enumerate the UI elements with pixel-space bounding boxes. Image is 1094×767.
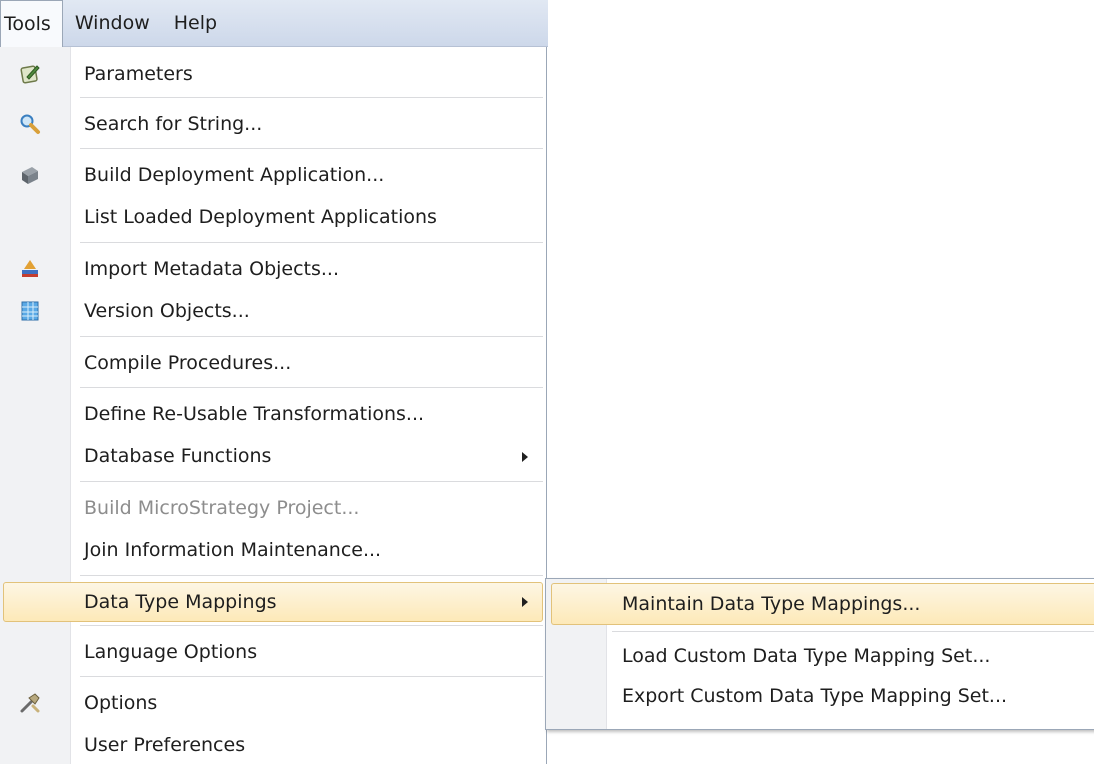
menu-item-label: Import Metadata Objects... xyxy=(84,258,340,280)
submenu-item-label: Export Custom Data Type Mapping Set... xyxy=(622,685,1008,707)
menu-item-compile-procedures[interactable]: Compile Procedures... xyxy=(0,341,546,385)
parameters-icon xyxy=(18,62,42,86)
version-icon xyxy=(18,299,42,323)
menu-item-list-loaded-deployment-applications[interactable]: List Loaded Deployment Applications xyxy=(0,195,546,239)
menu-separator xyxy=(80,676,543,677)
menu-item-build-microstrategy-project: Build MicroStrategy Project... xyxy=(0,486,546,530)
data-type-mappings-submenu: Maintain Data Type Mappings... Load Cust… xyxy=(545,578,1094,730)
menu-item-import-metadata-objects[interactable]: Import Metadata Objects... xyxy=(0,247,546,291)
menu-window-label: Window xyxy=(74,12,150,34)
menu-item-user-preferences[interactable]: User Preferences xyxy=(0,723,546,767)
menu-separator xyxy=(80,242,543,243)
submenu-arrow-icon xyxy=(522,597,528,607)
menu-item-label: Language Options xyxy=(84,641,258,663)
menu-item-language-options[interactable]: Language Options xyxy=(0,630,546,674)
tools-dropdown-menu: Parameters Search for String... Build De… xyxy=(0,47,547,764)
menu-separator xyxy=(80,481,543,482)
menu-separator xyxy=(80,625,543,626)
menu-item-parameters[interactable]: Parameters xyxy=(0,52,546,96)
menu-item-label: Join Information Maintenance... xyxy=(84,539,382,561)
menu-help-label: Help xyxy=(173,12,218,34)
menu-item-define-reusable-transformations[interactable]: Define Re-Usable Transformations... xyxy=(0,392,546,436)
menu-separator xyxy=(80,387,543,388)
menu-item-build-deployment-application[interactable]: Build Deployment Application... xyxy=(0,153,546,197)
submenu-separator xyxy=(612,631,1094,632)
submenu-item-label: Maintain Data Type Mappings... xyxy=(622,593,921,615)
menu-separator xyxy=(80,336,543,337)
menu-separator xyxy=(80,97,543,98)
deployment-icon xyxy=(18,163,42,187)
submenu-item-label: Load Custom Data Type Mapping Set... xyxy=(622,645,991,667)
menu-item-label: Build Deployment Application... xyxy=(84,164,385,186)
menu-item-search-for-string[interactable]: Search for String... xyxy=(0,102,546,146)
menu-tools[interactable]: Tools xyxy=(0,0,63,48)
menu-item-label: Compile Procedures... xyxy=(84,352,292,374)
menu-item-label: Define Re-Usable Transformations... xyxy=(84,403,425,425)
menu-separator xyxy=(80,148,543,149)
submenu-item-maintain-data-type-mappings[interactable]: Maintain Data Type Mappings... xyxy=(551,583,1094,625)
options-icon xyxy=(18,691,42,715)
menu-item-label: Data Type Mappings xyxy=(84,591,277,613)
menu-item-label: Database Functions xyxy=(84,445,272,467)
menu-item-data-type-mappings[interactable]: Data Type Mappings xyxy=(3,582,543,622)
menu-item-label: Options xyxy=(84,692,158,714)
submenu-arrow-icon xyxy=(522,452,528,462)
menu-item-label: Version Objects... xyxy=(84,300,250,322)
menu-item-options[interactable]: Options xyxy=(0,681,546,725)
menu-item-version-objects[interactable]: Version Objects... xyxy=(0,289,546,333)
menu-item-label: Build MicroStrategy Project... xyxy=(84,497,360,519)
submenu-item-export-custom-data-type-mapping-set[interactable]: Export Custom Data Type Mapping Set... xyxy=(546,676,1094,716)
menu-separator xyxy=(80,575,543,576)
search-icon xyxy=(18,112,42,136)
menu-item-label: List Loaded Deployment Applications xyxy=(84,206,437,228)
menu-item-database-functions[interactable]: Database Functions xyxy=(0,434,546,478)
submenu-item-load-custom-data-type-mapping-set[interactable]: Load Custom Data Type Mapping Set... xyxy=(546,636,1094,676)
menu-item-join-information-maintenance[interactable]: Join Information Maintenance... xyxy=(0,528,546,572)
menu-item-label: Search for String... xyxy=(84,113,263,135)
menu-item-label: User Preferences xyxy=(84,734,246,756)
menu-window[interactable]: Window xyxy=(63,0,162,46)
menu-tools-label: Tools xyxy=(4,13,51,35)
menu-help[interactable]: Help xyxy=(162,0,229,46)
menu-bar: Tools Window Help xyxy=(0,0,548,48)
import-icon xyxy=(18,257,42,281)
menu-item-label: Parameters xyxy=(84,63,193,85)
